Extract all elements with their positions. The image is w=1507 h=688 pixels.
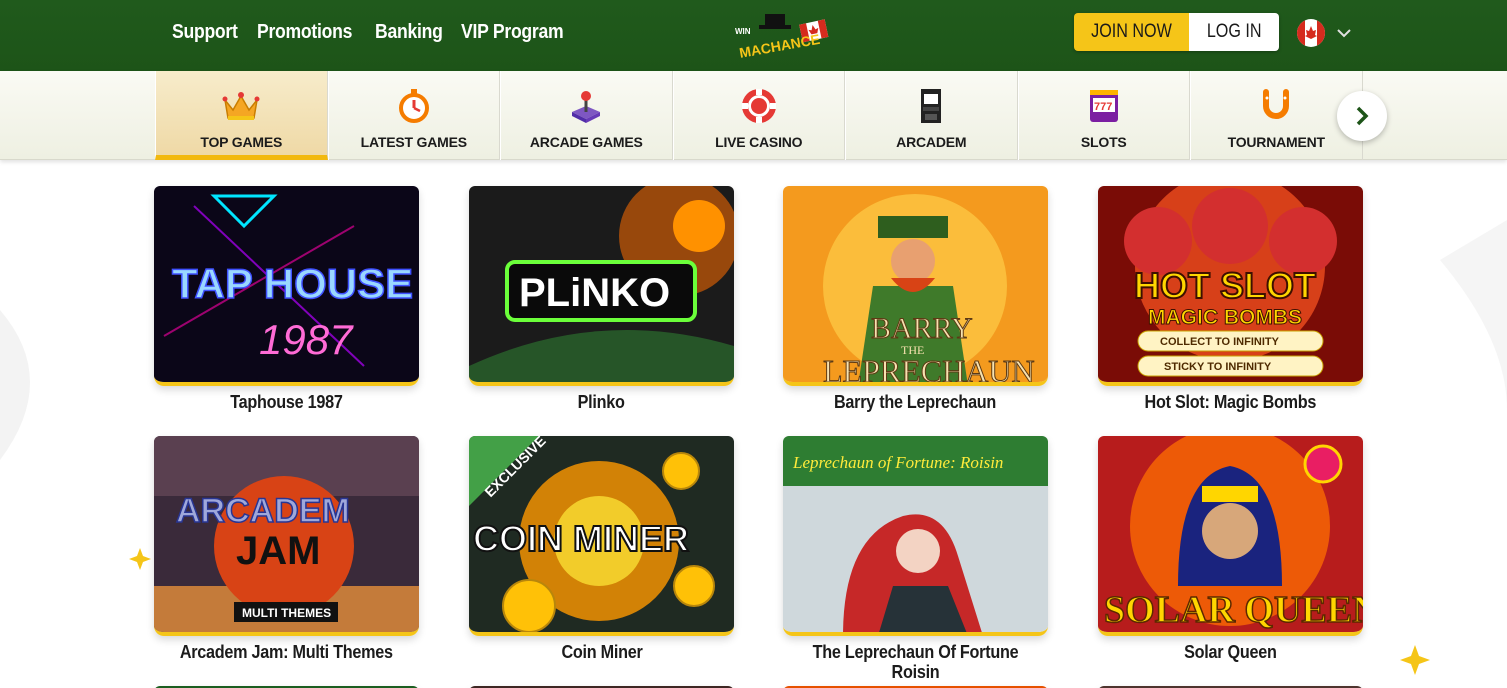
game-thumbnail[interactable]: ARCADEM JAM MULTI THEMES	[154, 436, 419, 636]
game-card[interactable]: EXCLUSIVE COIN MINER Coin Miner	[469, 436, 734, 662]
arcade-cabinet-icon	[921, 89, 942, 123]
game-card[interactable]: BARRY THE LEPRECHAUN Barry the Leprechau…	[783, 186, 1048, 412]
join-now-button[interactable]: JOIN NOW	[1074, 13, 1189, 51]
game-card[interactable]: SOLAR QUEEN Solar Queen	[1098, 436, 1363, 662]
svg-text:COIN MINER: COIN MINER	[473, 518, 689, 559]
tab-live-casino[interactable]: LIVE CASINO	[672, 71, 845, 160]
svg-text:JAM: JAM	[236, 529, 320, 573]
game-title[interactable]: Plinko	[469, 392, 734, 412]
tab-top-games[interactable]: TOP GAMES	[155, 71, 328, 160]
crown-icon	[222, 92, 260, 120]
join-now-label: JOIN NOW	[1091, 21, 1172, 42]
tab-label: SLOTS	[1080, 134, 1127, 150]
svg-text:Leprechaun of Fortune: Roisin: Leprechaun of Fortune: Roisin	[792, 453, 1003, 472]
log-in-label: LOG IN	[1206, 21, 1262, 42]
svg-text:777: 777	[1094, 101, 1112, 113]
chevron-down-icon	[1337, 29, 1351, 38]
game-thumbnail[interactable]: SOLAR QUEEN	[1098, 436, 1363, 636]
tab-latest-games[interactable]: LATEST GAMES	[327, 71, 500, 160]
game-card[interactable]: Leprechaun of Fortune: Roisin The Leprec…	[783, 436, 1048, 682]
category-tabs: TOP GAMES LATEST GAMES ARCADE GAMES LIVE…	[155, 71, 1363, 160]
canada-flag-icon	[1297, 19, 1325, 47]
site-logo[interactable]: WIN MACHANCE	[733, 12, 831, 61]
next-categories-button[interactable]	[1337, 91, 1387, 141]
svg-text:PLiNKO: PLiNKO	[519, 271, 670, 315]
game-title[interactable]: The Leprechaun Of Fortune Roisin	[783, 642, 1048, 682]
game-thumbnail[interactable]: HOT SLOT MAGIC BOMBS COLLECT TO INFINITY…	[1098, 186, 1363, 386]
tab-label: ARCADE GAMES	[529, 134, 643, 150]
svg-text:BARRY: BARRY	[871, 312, 973, 345]
game-thumbnail[interactable]: PLiNKO	[469, 186, 734, 386]
sparkle-icon	[1400, 645, 1430, 675]
tab-label: LATEST GAMES	[360, 134, 467, 150]
log-in-button[interactable]: LOG IN	[1189, 13, 1279, 51]
nav-support-link[interactable]: Support	[172, 21, 238, 44]
tab-slots[interactable]: 777 SLOTS	[1017, 71, 1190, 160]
horseshoe-icon	[1263, 89, 1290, 119]
game-title[interactable]: Solar Queen	[1098, 642, 1363, 662]
svg-text:COLLECT TO INFINITY: COLLECT TO INFINITY	[1160, 336, 1280, 348]
game-title[interactable]: Arcadem Jam: Multi Themes	[154, 642, 419, 662]
slot-machine-icon: 777	[1089, 90, 1118, 122]
game-card[interactable]: TAP HOUSE 1987 Taphouse 1987	[154, 186, 419, 412]
game-title[interactable]: Taphouse 1987	[154, 392, 419, 412]
game-card[interactable]: PLiNKO Plinko	[469, 186, 734, 412]
poker-chip-icon	[741, 89, 776, 123]
svg-text:WIN: WIN	[735, 27, 751, 36]
game-title[interactable]: Hot Slot: Magic Bombs	[1098, 392, 1363, 412]
nav-banking-link[interactable]: Banking	[375, 21, 443, 44]
chevron-right-icon	[1356, 106, 1369, 126]
game-thumbnail[interactable]: BARRY THE LEPRECHAUN	[783, 186, 1048, 386]
joystick-icon	[572, 91, 601, 123]
game-title[interactable]: Barry the Leprechaun	[783, 392, 1048, 412]
stopwatch-icon	[398, 89, 429, 123]
tab-label: ARCADEM	[896, 134, 967, 150]
tab-arcade-games[interactable]: ARCADE GAMES	[500, 71, 673, 160]
svg-text:ARCADEM: ARCADEM	[176, 492, 350, 530]
game-title[interactable]: Coin Miner	[469, 642, 734, 662]
tab-label: TOURNAMENT	[1227, 134, 1325, 150]
nav-vip-program-link[interactable]: VIP Program	[461, 21, 564, 44]
auth-buttons: JOIN NOW LOG IN	[1074, 13, 1279, 51]
game-thumbnail[interactable]: Leprechaun of Fortune: Roisin	[783, 436, 1048, 636]
category-bar: TOP GAMES LATEST GAMES ARCADE GAMES LIVE…	[0, 71, 1507, 160]
game-thumbnail[interactable]: TAP HOUSE 1987	[154, 186, 419, 386]
nav-promotions-link[interactable]: Promotions	[257, 21, 352, 44]
game-card[interactable]: ARCADEM JAM MULTI THEMES Arcadem Jam: Mu…	[154, 436, 419, 662]
svg-text:HOT SLOT: HOT SLOT	[1134, 265, 1316, 306]
sparkle-icon	[129, 548, 151, 570]
game-card[interactable]: HOT SLOT MAGIC BOMBS COLLECT TO INFINITY…	[1098, 186, 1363, 412]
svg-text:LEPRECHAUN: LEPRECHAUN	[823, 353, 1035, 386]
svg-text:STICKY TO INFINITY: STICKY TO INFINITY	[1164, 361, 1272, 373]
svg-text:SOLAR QUEEN: SOLAR QUEEN	[1104, 589, 1363, 631]
svg-text:MAGIC BOMBS: MAGIC BOMBS	[1148, 306, 1302, 329]
svg-text:1987: 1987	[259, 316, 354, 363]
svg-text:TAP HOUSE: TAP HOUSE	[172, 260, 413, 307]
tab-label: LIVE CASINO	[715, 134, 803, 150]
site-header: Support Promotions Banking VIP Program W…	[0, 0, 1507, 71]
svg-text:MULTI THEMES: MULTI THEMES	[242, 606, 331, 620]
tab-label: TOP GAMES	[200, 134, 283, 150]
language-selector[interactable]	[1297, 19, 1351, 47]
tab-arcadem[interactable]: ARCADEM	[845, 71, 1018, 160]
main-nav: Support Promotions Banking VIP Program	[172, 21, 568, 44]
game-thumbnail[interactable]: EXCLUSIVE COIN MINER	[469, 436, 734, 636]
